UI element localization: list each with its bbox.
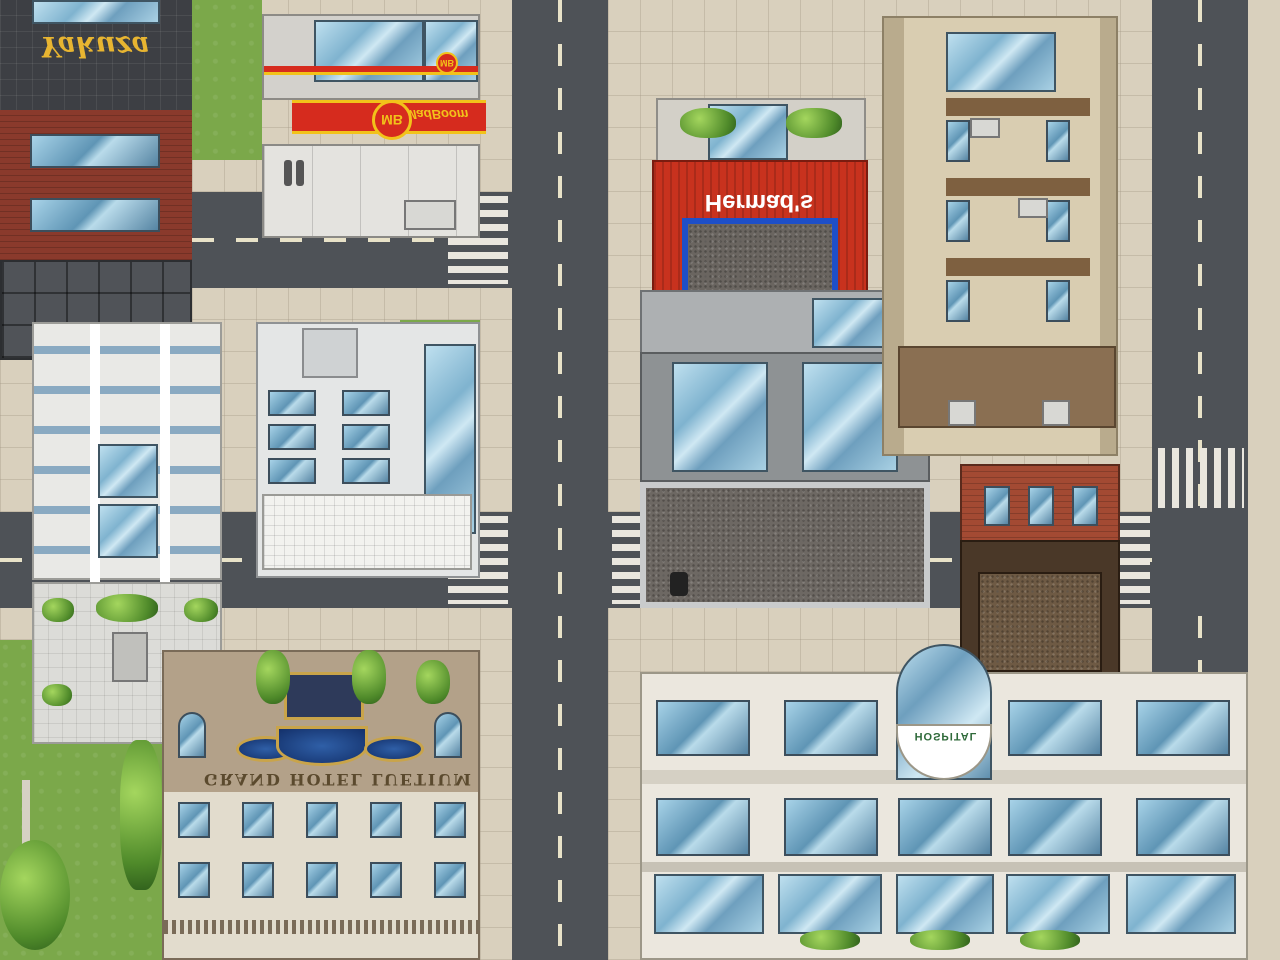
bush-icon [96,594,158,622]
crosswalk [1120,516,1150,604]
bush-icon [786,108,842,138]
bush-icon [184,598,218,622]
brick-building-roof [960,540,1120,684]
brick-building [960,464,1120,544]
vent-pipe-icon [296,160,304,186]
bush-icon [680,108,736,138]
apartment-lower-roof [898,346,1116,428]
city-map[interactable]: Yakuza MB MadBoom MB GRAND HOTEL LUETIUM… [0,0,1280,960]
door-icon [302,328,358,378]
bush-icon [42,684,72,706]
lane-marking [558,0,562,960]
bush-icon [352,650,386,704]
madboom-logo: MB [372,100,412,140]
ac-unit-icon [404,200,456,230]
glass-office [256,322,480,578]
bush-icon [256,650,290,704]
ac-unit-icon [1042,400,1070,426]
yakuza-building-roof: Yakuza [0,0,192,110]
yakuza-sign: Yakuza [40,30,150,63]
crosswalk [612,516,640,604]
white-tower [32,322,222,582]
sidewalk-edge [1248,0,1280,960]
bush-icon [1020,930,1080,950]
vent-pipe-icon [284,160,292,186]
hermads-rear-roof [640,482,930,608]
madboom-rear-roof [262,144,480,238]
hermads-atrium-roof [640,290,896,354]
lane-marking [192,238,452,242]
hospital-sign: HOSPITAL [914,730,978,742]
madboom-roof: MB [262,14,480,100]
madboom-logo-small: MB [436,52,458,74]
ac-unit-icon [970,118,1000,138]
vent-pipe-icon [670,572,688,596]
tree-icon [120,740,162,890]
hermads-sign: Hermad's [704,189,814,216]
bush-icon [910,930,970,950]
hermads-roof-terrace [656,98,866,162]
bush-icon [800,930,860,950]
ac-unit-icon [948,400,976,426]
yakuza-building-facade [0,110,192,260]
crosswalk [1158,448,1244,508]
grand-hotel-sign: GRAND HOTEL LUETIUM [204,770,473,789]
bush-icon [416,660,450,704]
tree-icon [0,840,70,950]
bush-icon [42,598,74,622]
door-icon[interactable] [112,632,148,682]
ac-unit-icon [1018,198,1048,218]
grass-patch [192,0,262,160]
